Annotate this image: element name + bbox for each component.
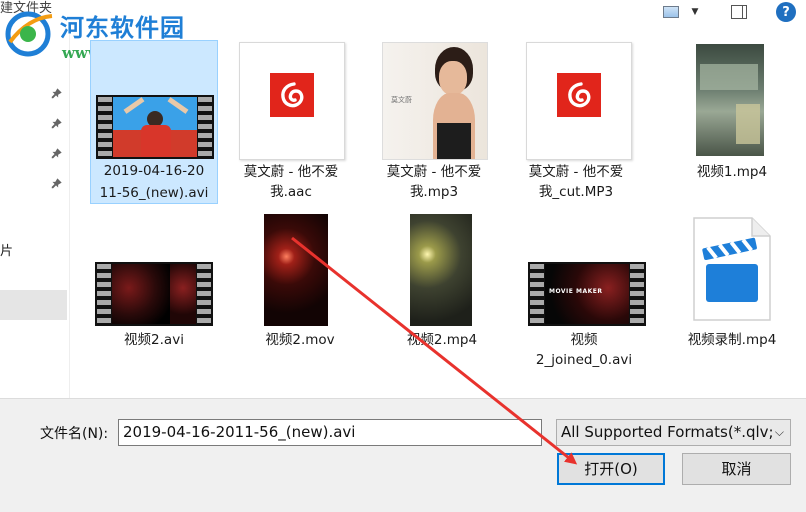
file-name-line: 视频2.avi: [124, 332, 184, 348]
file-tile[interactable]: 莫文蔚 莫文蔚 - 他不爱 我.mp3: [370, 40, 498, 204]
file-name-line: 视频2.mov: [265, 332, 335, 348]
movie-maker-banner: MOVIE MAKER: [549, 288, 603, 295]
file-tile[interactable]: 视频2.mp4: [378, 210, 506, 360]
watermark-title: 河东软件园: [60, 13, 185, 42]
file-name-line: 我.mp3: [409, 184, 459, 200]
netease-music-icon: [557, 73, 601, 117]
file-tile[interactable]: 2019-04-16-20 11-56_(new).avi: [90, 40, 218, 204]
file-name-line: 视频2.mp4: [406, 332, 478, 348]
filetype-value: All Supported Formats(*.qlv;: [561, 423, 774, 441]
audio-thumbnail: [239, 42, 345, 160]
file-tile[interactable]: 莫文蔚 - 他不爱 我_cut.MP3: [512, 40, 640, 204]
file-tile[interactable]: 视频2.avi: [90, 210, 218, 360]
filename-label: 文件名(N):: [40, 426, 109, 442]
file-name-line: 视频录制.mp4: [687, 332, 777, 348]
pin-icon: [51, 178, 62, 189]
video-thumbnail: [410, 214, 472, 326]
pin-icon: [51, 88, 62, 99]
file-tile[interactable]: 视频1.mp4: [668, 40, 796, 204]
album-text: 莫文蔚: [391, 96, 412, 104]
chevron-down-icon[interactable]: ▼: [688, 2, 702, 22]
open-button[interactable]: 打开(O): [557, 453, 665, 485]
video-thumbnail: [696, 44, 764, 156]
help-icon[interactable]: ?: [776, 2, 796, 22]
file-name-line: 我_cut.MP3: [538, 184, 614, 200]
clapperboard-icon: [692, 216, 772, 322]
file-name-line: 视频: [570, 332, 598, 348]
file-name-line: 视频1.mp4: [696, 164, 768, 180]
video-thumbnail: [264, 214, 328, 326]
nav-item-selected[interactable]: [0, 290, 67, 320]
file-name-line: 11-56_(new).avi: [99, 185, 209, 201]
pin-icon: [51, 148, 62, 159]
navigation-pane: 片: [0, 26, 70, 398]
file-tile[interactable]: 视频录制.mp4: [668, 210, 796, 360]
nav-item-label[interactable]: 片: [0, 240, 13, 259]
file-name-line: 莫文蔚 - 他不爱: [528, 164, 624, 180]
file-name-line: 2_joined_0.avi: [535, 352, 633, 368]
video-thumbnail: [95, 262, 213, 326]
netease-music-icon: [270, 73, 314, 117]
file-name-line: 莫文蔚 - 他不爱: [243, 164, 339, 180]
file-name-line: 2019-04-16-20: [103, 163, 205, 179]
file-open-dialog: 建文件夹 ▼ ? 片 河东软件园 www.pc0359.cn 20: [0, 0, 806, 512]
file-tile[interactable]: MOVIE MAKER 视频 2_joined_0.avi: [520, 210, 648, 380]
preview-pane-icon[interactable]: [729, 2, 749, 22]
cancel-button[interactable]: 取消: [682, 453, 791, 485]
file-name-line: 莫文蔚 - 他不爱: [386, 164, 482, 180]
audio-thumbnail: [526, 42, 632, 160]
dialog-footer: 文件名(N): 2019-04-16-2011-56_(new).avi All…: [0, 398, 806, 512]
chevron-down-icon: ⌵: [774, 425, 784, 439]
filename-input[interactable]: 2019-04-16-2011-56_(new).avi: [118, 419, 542, 446]
filetype-select[interactable]: All Supported Formats(*.qlv; ⌵: [556, 419, 791, 446]
album-art-thumbnail: 莫文蔚: [382, 42, 488, 160]
watermark-logo-icon: [5, 11, 53, 57]
video-thumbnail: [96, 95, 214, 159]
video-thumbnail: MOVIE MAKER: [528, 262, 646, 326]
file-name-line: 我.aac: [270, 184, 312, 200]
file-tile[interactable]: 视频2.mov: [236, 210, 364, 360]
view-options-icon[interactable]: [660, 2, 682, 22]
file-tile[interactable]: 莫文蔚 - 他不爱 我.aac: [227, 40, 355, 204]
pin-icon: [51, 118, 62, 129]
